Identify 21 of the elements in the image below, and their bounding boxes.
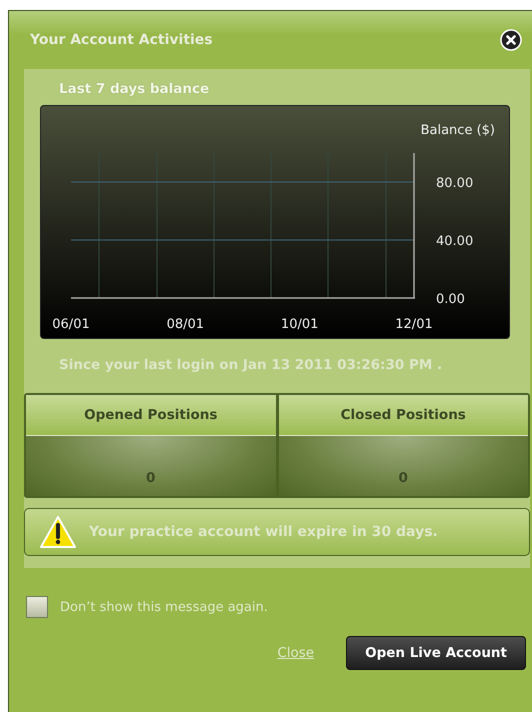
- y-tick-label: 80.00: [436, 176, 474, 191]
- x-tick-label: 10/01: [280, 317, 318, 332]
- warning-text: Your practice account will expire in 30 days.: [89, 523, 439, 542]
- checkbox[interactable]: [26, 596, 48, 618]
- y-tick-label: 0.00: [436, 292, 465, 307]
- y-axis-title: Balance ($): [420, 123, 495, 138]
- table-cell: 0: [26, 436, 276, 496]
- warning-icon: [39, 515, 77, 549]
- x-tick-label: 08/01: [166, 317, 204, 332]
- column-header: Opened Positions: [26, 395, 276, 436]
- section-title: Last 7 days balance: [59, 81, 210, 97]
- open-live-account-button[interactable]: Open Live Account: [346, 636, 526, 670]
- close-icon[interactable]: [500, 29, 522, 51]
- table-cell: 0: [278, 436, 528, 496]
- last-login-text: Since your last login on Jan 13 2011 03:26:30 PM .: [59, 356, 444, 375]
- window-title: Your Account Activities: [30, 32, 213, 48]
- y-tick-label: 40.00: [436, 234, 474, 249]
- column-header: Closed Positions: [278, 395, 528, 436]
- x-tick-label: 12/01: [395, 317, 433, 332]
- x-tick-label: 06/01: [52, 317, 90, 332]
- checkbox-label: Don’t show this message again.: [60, 600, 268, 614]
